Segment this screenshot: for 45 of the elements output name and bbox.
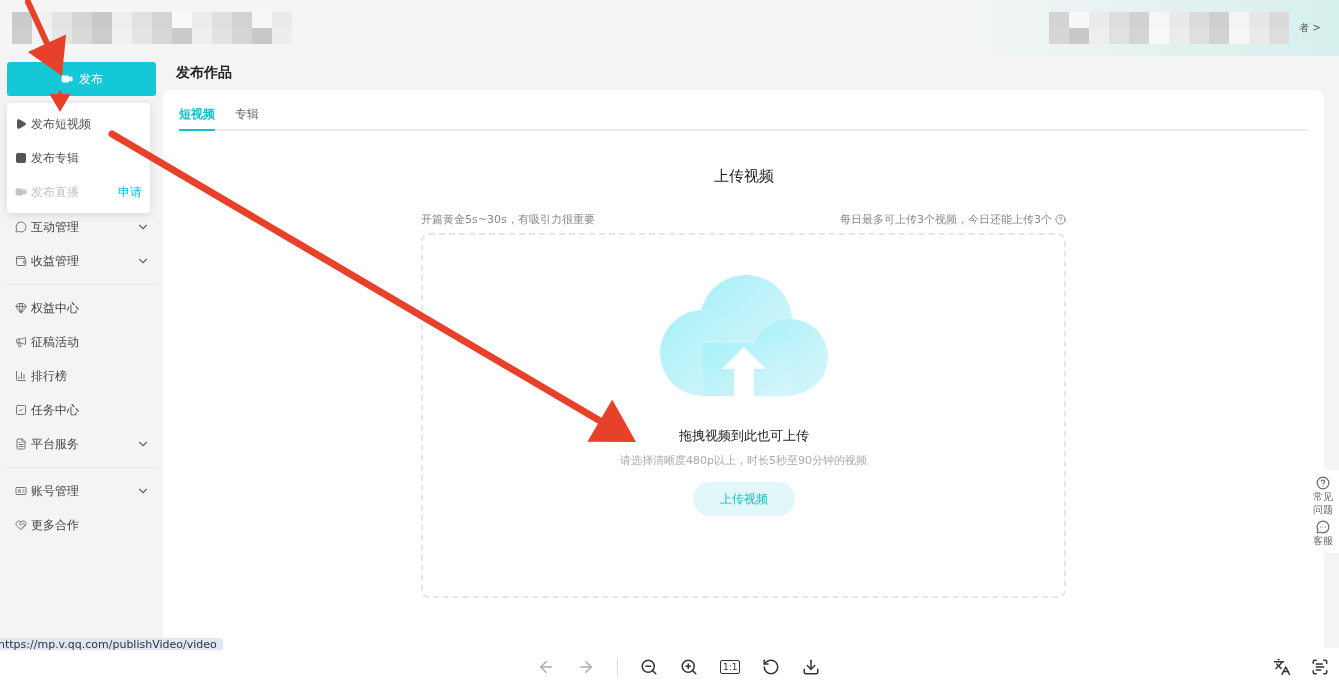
sidebar-item[interactable]: 互动管理 — [7, 210, 156, 244]
rotate-icon[interactable] — [762, 657, 781, 676]
chat-icon — [1315, 520, 1330, 534]
zoom-in-icon[interactable] — [680, 657, 698, 676]
scan-text-icon[interactable] — [1311, 657, 1329, 676]
download-icon[interactable] — [802, 657, 821, 676]
camera-icon — [60, 73, 73, 85]
account-link[interactable]: 者 > — [1299, 21, 1321, 35]
sidebar-item[interactable]: 更多合作 — [7, 508, 156, 542]
sidebar-item[interactable]: 账号管理 — [7, 474, 156, 508]
sidebar-item[interactable]: 排行榜 — [7, 359, 156, 393]
drop-hint: 请选择清晰度480p以上，时长5秒至90分钟的视频 — [620, 453, 867, 468]
quota-text: 每日最多可上传3个视频，今日还能上传3个 — [840, 212, 1052, 227]
sidebar-item[interactable]: 征稿活动 — [7, 325, 156, 359]
id-card-icon — [15, 485, 27, 497]
page-title: 发布作品 — [175, 63, 233, 82]
help-icon — [1315, 476, 1330, 490]
document-icon — [15, 438, 27, 450]
drop-title: 拖拽视频到此也可上传 — [678, 427, 809, 445]
help-icon[interactable] — [1055, 214, 1066, 225]
menu-item[interactable]: 发布专辑 — [7, 141, 150, 175]
tab[interactable]: 专辑 — [235, 98, 259, 131]
sidebar-item[interactable]: 平台服务 — [7, 427, 156, 461]
help-item[interactable]: 常见问题 — [1311, 476, 1334, 516]
chat-icon — [15, 221, 27, 233]
sidebar-item[interactable]: 任务中心 — [7, 393, 156, 427]
play-icon — [15, 118, 27, 130]
wallet-icon — [15, 255, 27, 267]
megaphone-icon — [15, 336, 27, 348]
sidebar-item[interactable]: 收益管理 — [7, 244, 156, 278]
drop-zone[interactable]: 拖拽视频到此也可上传 请选择清晰度480p以上，时长5秒至90分钟的视频 上传视频 — [421, 233, 1066, 598]
help-item[interactable]: 客服 — [1311, 520, 1334, 547]
actual-size-button[interactable]: 1:1 — [720, 659, 741, 674]
checkbox-icon — [15, 404, 27, 416]
arrow — [49, 90, 71, 112]
tip-text: 开篇黄金5s~30s，有吸引力很重要 — [421, 212, 595, 227]
menu-item[interactable]: 发布短视频 — [7, 107, 150, 141]
upload-title: 上传视频 — [713, 167, 774, 186]
album-icon — [15, 152, 27, 164]
camera-icon — [15, 186, 27, 198]
bar-chart-icon — [15, 370, 27, 382]
sidebar-item[interactable]: 权益中心 — [7, 291, 156, 325]
zoom-out-icon[interactable] — [640, 657, 658, 676]
translate-icon[interactable] — [1273, 657, 1291, 676]
gem-icon — [15, 302, 27, 314]
